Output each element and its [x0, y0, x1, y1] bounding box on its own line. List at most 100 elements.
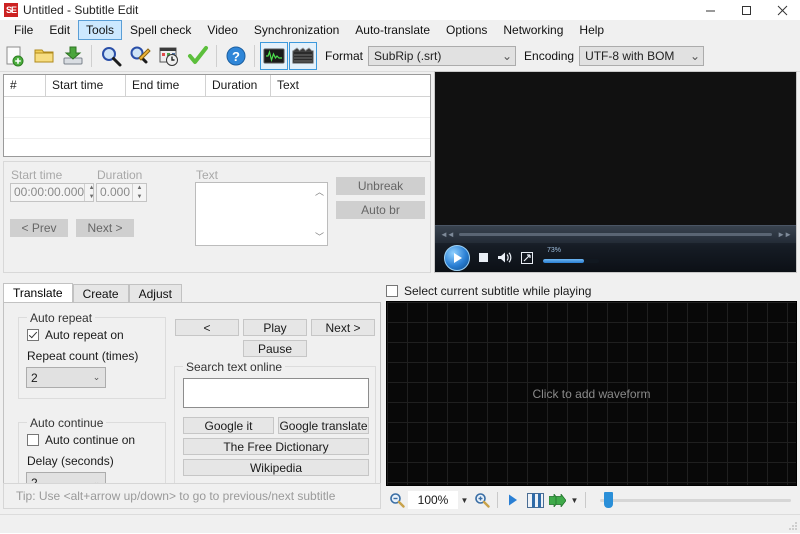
- menu-label-edit: Edit: [49, 22, 71, 37]
- subtitle-list-grid[interactable]: # Start time End time Duration Text: [3, 74, 431, 157]
- volume-slider-thumb[interactable]: [603, 492, 613, 508]
- encoding-dropdown[interactable]: UTF-8 with BOM ⌄: [579, 46, 705, 66]
- checkbox-icon[interactable]: [386, 285, 398, 297]
- waveform-display[interactable]: Click to add waveform: [386, 301, 797, 486]
- grid-column-duration[interactable]: Duration: [206, 75, 271, 96]
- playback-play-button[interactable]: Play: [243, 319, 307, 336]
- tab-translate[interactable]: Translate: [3, 283, 73, 303]
- video-seek-track[interactable]: [458, 233, 773, 236]
- search-text-online-group: Search text online Google it Google tran…: [174, 360, 376, 498]
- zoom-level-value[interactable]: 100%: [408, 491, 458, 509]
- save-subtitle-icon[interactable]: [59, 42, 87, 70]
- chevron-down-icon[interactable]: ▼: [568, 496, 581, 505]
- menu-item-video[interactable]: Video: [199, 20, 245, 40]
- google-it-button[interactable]: Google it: [183, 417, 274, 434]
- new-subtitle-icon[interactable]: [1, 42, 29, 70]
- playback-next-button[interactable]: Next >: [311, 319, 375, 336]
- maximize-icon[interactable]: [728, 0, 764, 20]
- search-input[interactable]: [183, 378, 369, 408]
- tab-create[interactable]: Create: [72, 284, 129, 303]
- unbreak-button[interactable]: Unbreak: [336, 177, 425, 195]
- stepper-up-icon[interactable]: ▲: [133, 184, 146, 193]
- auto-continue-on-checkbox[interactable]: Auto continue on: [27, 433, 135, 447]
- tab-adjust[interactable]: Adjust: [128, 284, 182, 303]
- video-screen[interactable]: [435, 72, 796, 226]
- menu-item-spell-check[interactable]: Spell check: [122, 20, 199, 40]
- close-icon[interactable]: [764, 0, 800, 20]
- menu-item-edit[interactable]: Edit: [41, 20, 78, 40]
- video-player-panel[interactable]: ◄◄ ►► 73%: [434, 71, 797, 273]
- help-icon[interactable]: ?: [222, 42, 250, 70]
- volume-slider[interactable]: 73%: [543, 247, 599, 269]
- volume-track[interactable]: [543, 258, 599, 263]
- table-row[interactable]: [4, 139, 430, 156]
- wikipedia-button[interactable]: Wikipedia: [183, 459, 369, 476]
- toggle-waveform-icon[interactable]: [260, 42, 288, 70]
- split-view-icon[interactable]: [524, 490, 546, 510]
- scroll-up-icon[interactable]: ︿: [315, 185, 324, 198]
- auto-repeat-on-checkbox[interactable]: Auto repeat on: [27, 328, 124, 342]
- menu-item-auto-translate[interactable]: Auto-translate: [347, 20, 438, 40]
- toolbar-separator: [585, 492, 586, 508]
- next-subtitle-button[interactable]: Next >: [76, 219, 134, 237]
- grid-column-end-time[interactable]: End time: [126, 75, 206, 96]
- menu-item-file[interactable]: File: [6, 20, 41, 40]
- duration-label: Duration: [97, 168, 143, 182]
- toggle-video-icon[interactable]: [289, 42, 317, 70]
- duration-value: 0.000: [100, 185, 131, 199]
- waveform-volume-slider[interactable]: [600, 490, 791, 510]
- duration-stepper[interactable]: 0.000 ▲ ▼: [96, 183, 147, 202]
- menu-item-help[interactable]: Help: [571, 20, 612, 40]
- resize-grip-icon[interactable]: [786, 519, 798, 531]
- menu-item-networking[interactable]: Networking: [495, 20, 571, 40]
- playback-prev-button[interactable]: <: [175, 319, 239, 336]
- checkbox-icon[interactable]: [27, 329, 39, 341]
- subtitle-text-input[interactable]: ︿ ﹀: [195, 182, 328, 246]
- fast-forward-icon[interactable]: [546, 490, 568, 510]
- waveform-toolbar: 100% ▼ ▼: [386, 488, 797, 512]
- format-dropdown[interactable]: SubRip (.srt) ⌄: [368, 46, 517, 66]
- play-icon[interactable]: [444, 244, 470, 271]
- free-dictionary-button[interactable]: The Free Dictionary: [183, 438, 369, 455]
- spell-check-icon[interactable]: [184, 42, 212, 70]
- table-row[interactable]: [4, 118, 430, 139]
- stop-icon[interactable]: [479, 253, 488, 262]
- volume-icon[interactable]: [497, 251, 512, 264]
- repeat-count-dropdown[interactable]: 2 ⌄: [26, 367, 106, 388]
- grid-column-start-time[interactable]: Start time: [46, 75, 126, 96]
- replace-icon[interactable]: [126, 42, 154, 70]
- video-seek-bar[interactable]: ◄◄ ►►: [435, 226, 796, 243]
- prev-subtitle-button[interactable]: < Prev: [10, 219, 68, 237]
- menu-item-synchronization[interactable]: Synchronization: [246, 20, 347, 40]
- table-row[interactable]: [4, 97, 430, 118]
- video-transport-controls: 73%: [435, 243, 796, 272]
- scroll-down-icon[interactable]: ﹀: [315, 230, 324, 243]
- auto-br-button[interactable]: Auto br: [336, 201, 425, 219]
- menu-item-tools[interactable]: Tools: [78, 20, 123, 40]
- minimize-icon[interactable]: [692, 0, 728, 20]
- menu-item-options[interactable]: Options: [438, 20, 495, 40]
- playback-pause-button[interactable]: Pause: [243, 340, 307, 357]
- stepper-buttons[interactable]: ▲ ▼: [132, 184, 146, 201]
- seek-back-icon[interactable]: ◄◄: [435, 230, 459, 239]
- grid-column-number[interactable]: #: [4, 75, 46, 96]
- select-current-subtitle-checkbox[interactable]: Select current subtitle while playing: [386, 284, 591, 298]
- start-time-stepper[interactable]: 00:00:00.000 ▲ ▼: [10, 183, 95, 202]
- textarea-scrollbar[interactable]: ︿ ﹀: [312, 183, 327, 245]
- fix-common-errors-icon[interactable]: [155, 42, 183, 70]
- chevron-down-icon[interactable]: ▼: [458, 496, 471, 505]
- open-subtitle-icon[interactable]: [30, 42, 58, 70]
- checkbox-icon[interactable]: [27, 434, 39, 446]
- stepper-down-icon[interactable]: ▼: [133, 193, 146, 202]
- waveform-play-icon[interactable]: [502, 490, 524, 510]
- volume-slider-track[interactable]: [600, 498, 791, 502]
- fullscreen-icon[interactable]: [521, 251, 533, 264]
- zoom-out-icon[interactable]: [386, 490, 408, 510]
- google-translate-button[interactable]: Google translate: [278, 417, 369, 434]
- grid-column-text[interactable]: Text: [271, 75, 430, 96]
- select-current-subtitle-label: Select current subtitle while playing: [404, 284, 592, 298]
- find-icon[interactable]: [97, 42, 125, 70]
- zoom-in-icon[interactable]: [471, 490, 493, 510]
- subtitle-text-value[interactable]: [196, 183, 312, 245]
- seek-forward-icon[interactable]: ►►: [772, 230, 796, 239]
